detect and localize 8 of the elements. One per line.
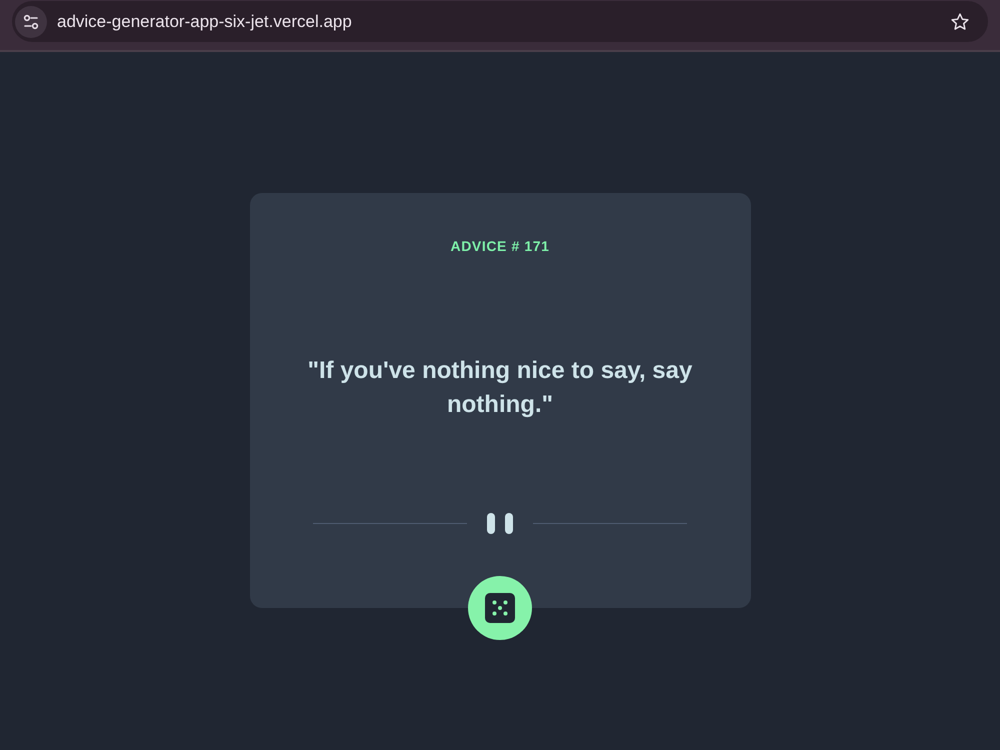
advice-number: ADVICE # 171 — [450, 237, 550, 255]
bookmark-star-icon[interactable] — [950, 12, 970, 32]
url-text: advice-generator-app-six-jet.vercel.app — [57, 10, 352, 33]
advice-quote: "If you've nothing nice to say, say nothing." — [306, 356, 694, 420]
address-bar[interactable]: advice-generator-app-six-jet.vercel.app — [12, 1, 988, 42]
dice-icon — [485, 593, 515, 623]
site-settings-icon[interactable] — [15, 6, 47, 38]
pause-icon — [487, 513, 513, 534]
